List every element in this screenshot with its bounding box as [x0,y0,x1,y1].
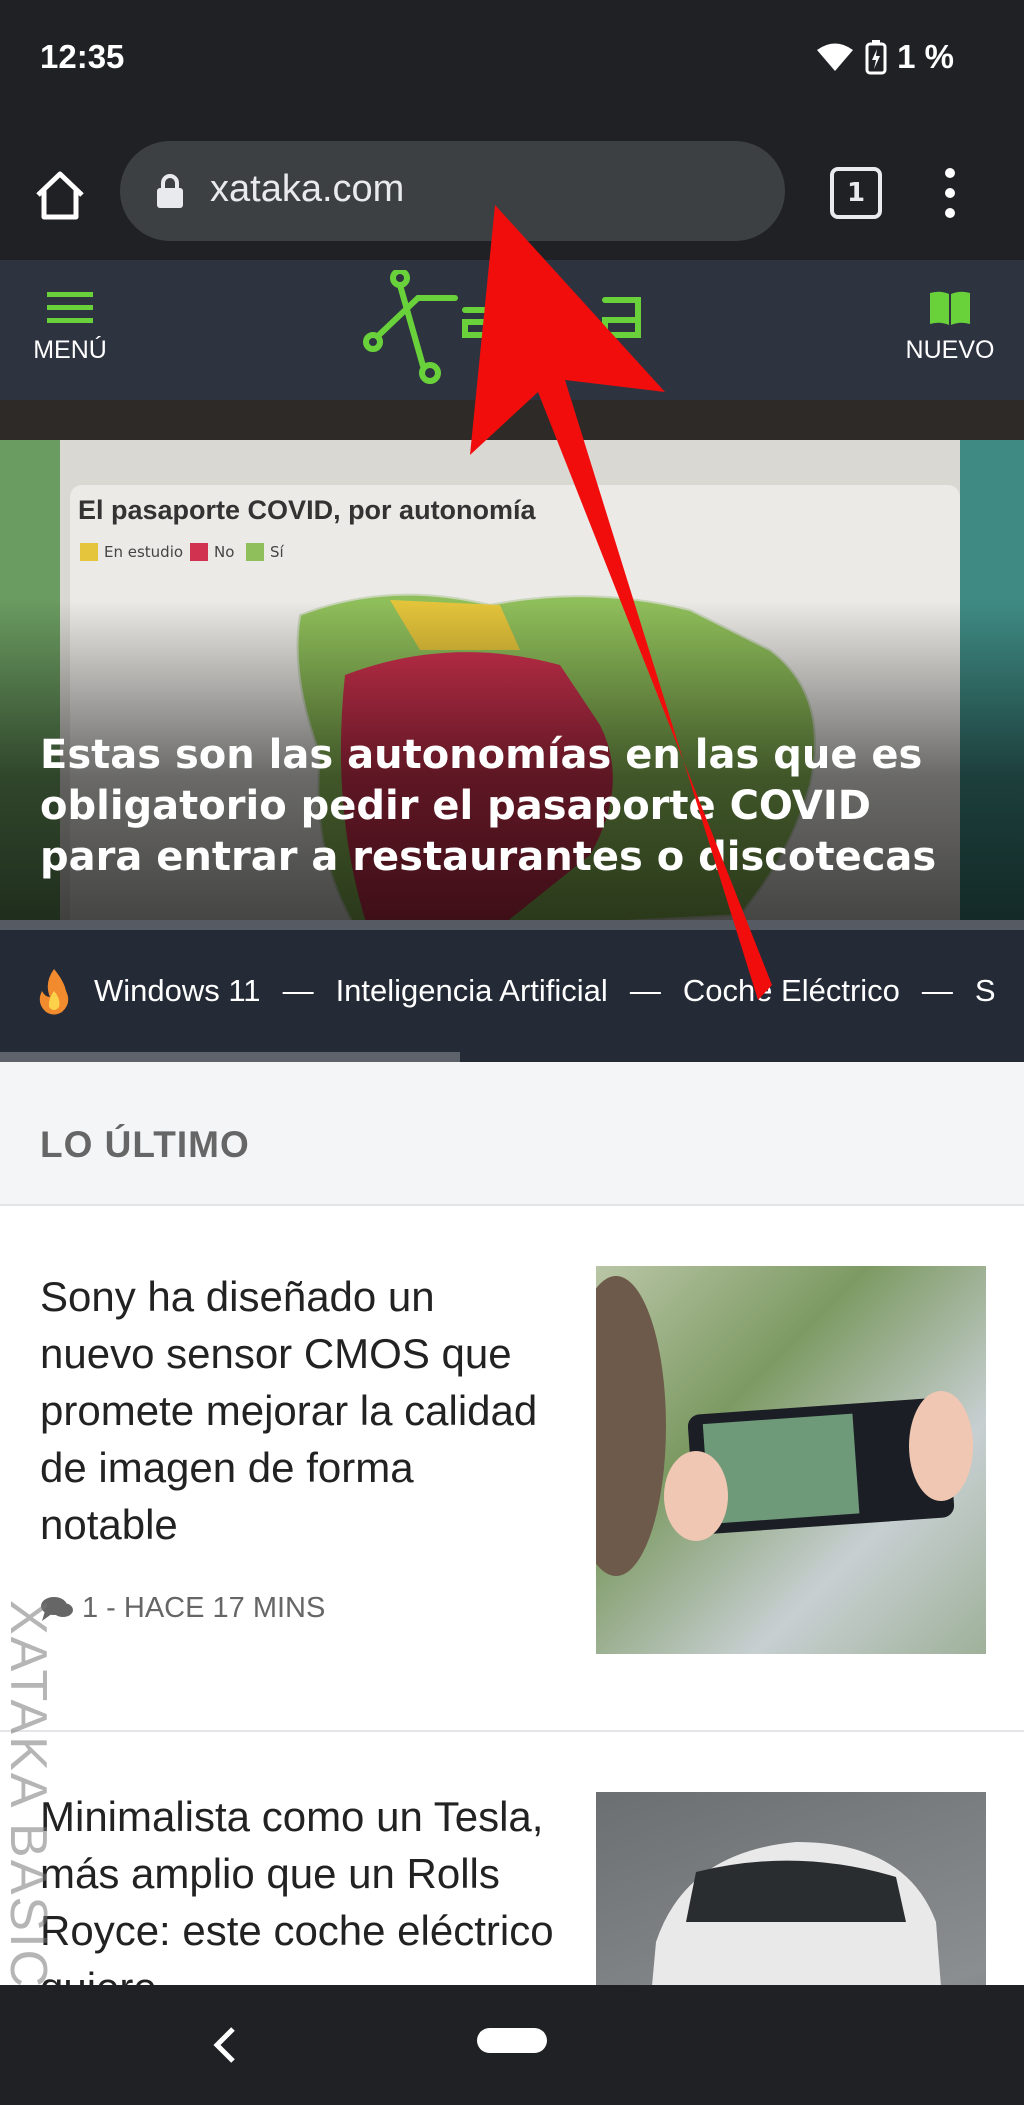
article-title[interactable]: Minimalista como un Tesla, más amplio qu… [40,1788,560,1985]
section-header: LO ÚLTIMO [0,1062,1024,1206]
legend-item: No [190,543,234,561]
battery-charging-icon [865,40,887,75]
trending-link-electric-car[interactable]: Coche Eléctrico [683,973,900,1009]
car-photo [652,1842,941,1985]
hero-top-strip [0,400,1024,440]
legend-label: En estudio [104,543,184,561]
article-title[interactable]: Sony ha diseñado un nuevo sensor CMOS qu… [40,1268,560,1553]
browser-toolbar: xataka.com 1 [0,125,1024,260]
map-title: El pasaporte COVID, por autonomía [78,495,536,525]
separator: — [921,973,953,1008]
system-nav-bar [0,1985,1024,2105]
hero-divider [0,920,1024,930]
article-card[interactable]: Minimalista como un Tesla, más amplio qu… [0,1732,1024,1985]
horizontal-scroll-indicator [0,1052,460,1062]
lock-icon [157,174,183,208]
clock: 12:35 [40,38,125,75]
legend-swatch [80,543,98,561]
watermark: XATAKA BASICS [0,1480,108,2040]
legend-label: No [214,543,235,561]
tab-switcher-button[interactable]: 1 [830,167,882,219]
address-bar[interactable]: xataka.com [120,141,785,241]
new-label: NUEVO [905,336,995,364]
section-title: LO ÚLTIMO [40,1124,250,1165]
back-icon[interactable] [205,2023,245,2067]
separator: — [629,973,661,1008]
article-meta-text: 1 - HACE 17 MINS [82,1592,326,1624]
article-card[interactable]: Sony ha diseñado un nuevo sensor CMOS qu… [0,1206,1024,1732]
article-thumbnail[interactable] [596,1792,986,1985]
phone-photo [596,1276,973,1576]
new-button[interactable]: NUEVO [900,290,1000,365]
hero-article[interactable]: El pasaporte COVID, por autonomía En est… [0,400,1024,930]
menu-label: MENÚ [33,336,107,364]
separator: — [282,973,314,1008]
trending-link-ai[interactable]: Inteligencia Artificial [336,973,608,1009]
fire-icon [39,969,69,1015]
article-thumbnail[interactable] [596,1266,986,1654]
url-text: xataka.com [210,168,405,210]
menu-button[interactable]: MENÚ [28,290,112,365]
hamburger-icon [47,292,93,323]
home-gesture-pill[interactable] [477,2028,547,2053]
legend-swatch [246,543,264,561]
watermark-text: XATAKA BASICS [0,1600,57,2026]
site-logo[interactable] [360,270,670,385]
more-vert-icon[interactable] [940,167,960,219]
system-icons: 1 % [815,38,954,76]
wifi-icon [817,43,854,71]
site-header: MENÚ NUEVO [0,260,1024,400]
trending-row: Windows 11 — Inteligencia Artificial — C… [36,930,996,1052]
trending-bar[interactable]: Windows 11 — Inteligencia Artificial — C… [0,930,1024,1062]
home-icon[interactable] [30,165,90,225]
hero-headline[interactable]: Estas son las autonomías en las que es o… [40,730,960,883]
trending-link-windows[interactable]: Windows 11 [94,973,261,1009]
status-bar: 12:35 1 % [0,0,1024,125]
trending-link-next[interactable]: S [975,973,996,1009]
book-icon [930,291,970,325]
battery-level: 1 % [897,38,954,75]
legend-item: En estudio [80,543,183,561]
legend-swatch [190,543,208,561]
